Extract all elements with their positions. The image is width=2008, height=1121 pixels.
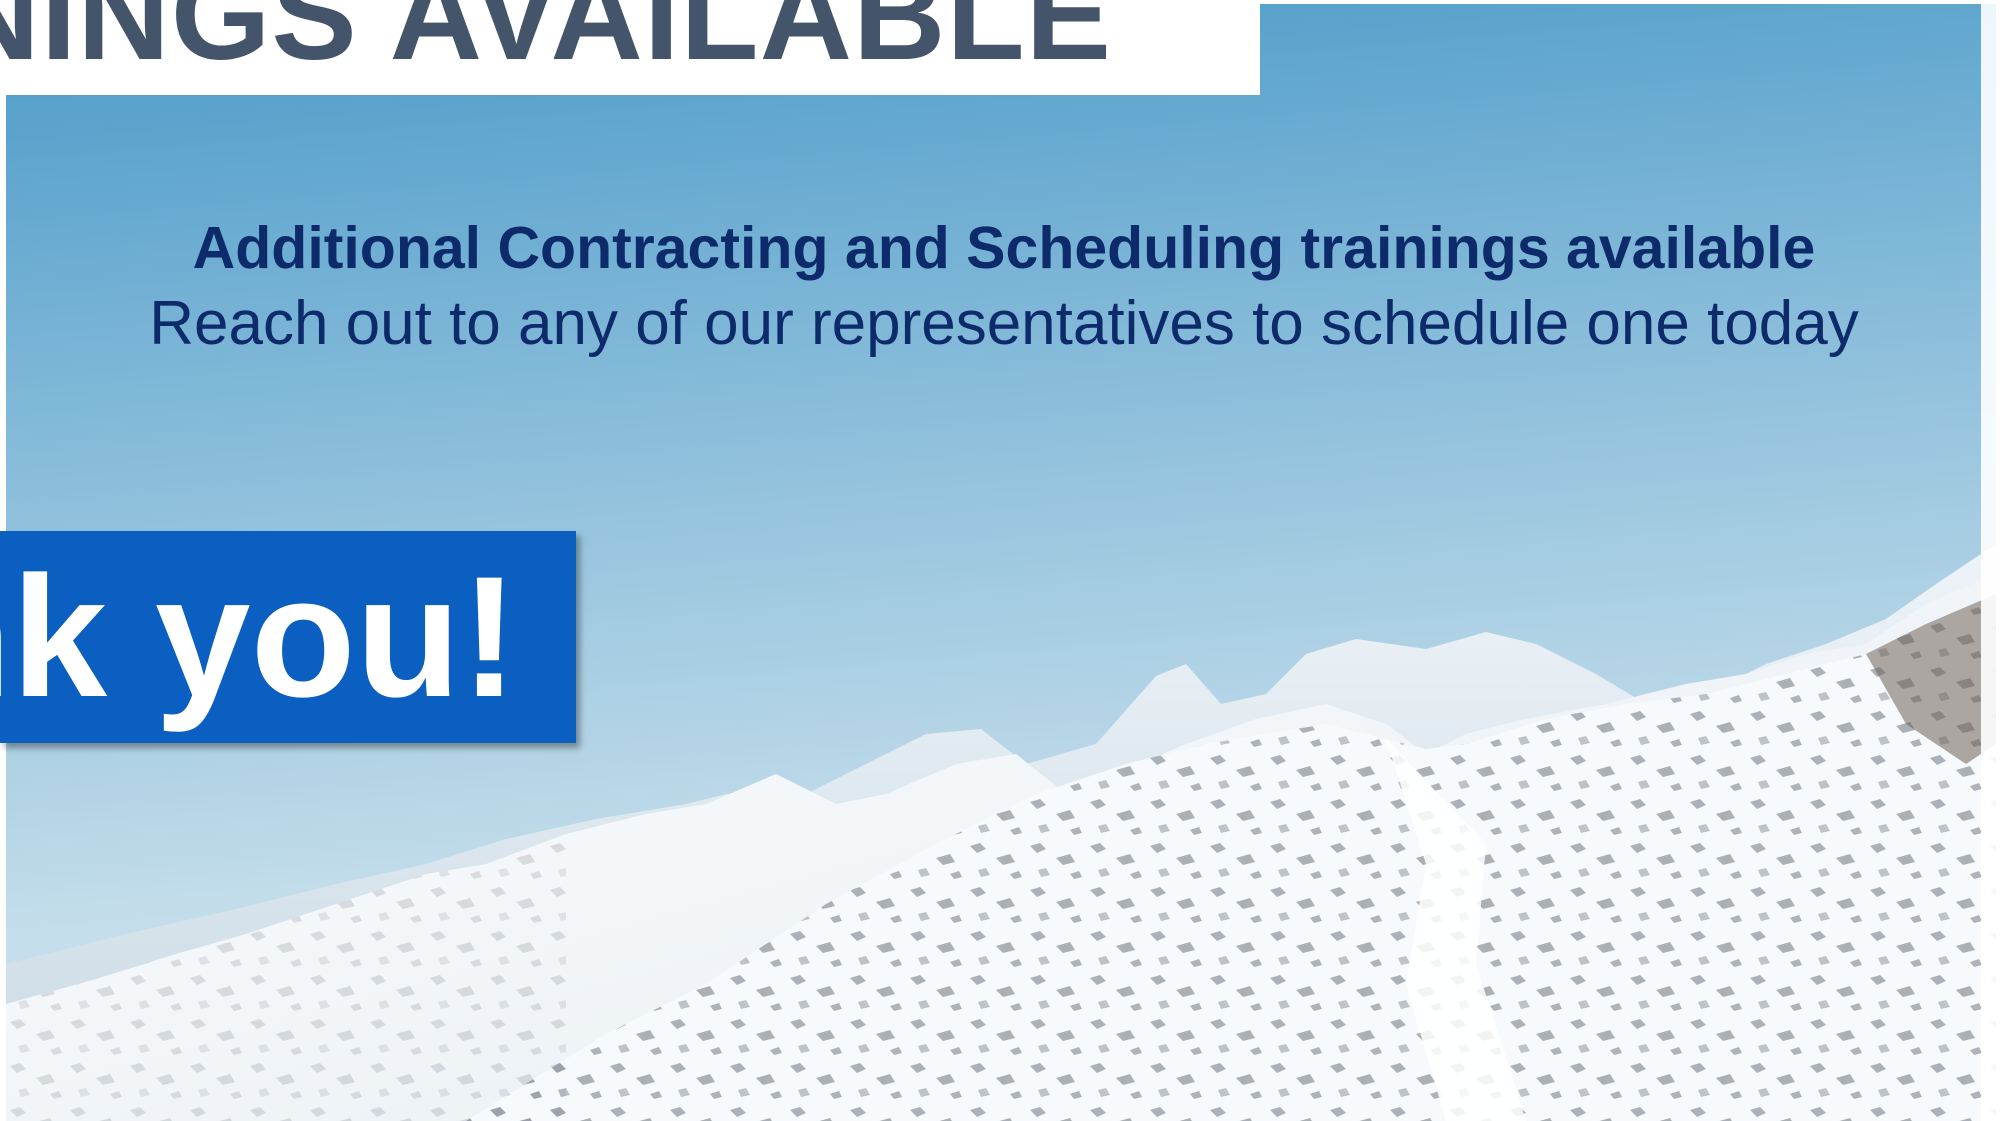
slide: TRAININGS AVAILABLE Additional Contracti…: [0, 0, 2008, 1121]
thank-you-text: Thank you!: [0, 541, 518, 733]
slide-title: TRAININGS AVAILABLE: [0, 0, 1112, 87]
thank-you-callout: Thank you!: [0, 531, 576, 743]
subheadline-text: Reach out to any of our representatives …: [149, 289, 1859, 358]
title-banner: TRAININGS AVAILABLE: [0, 0, 1260, 95]
headline-text: Additional Contracting and Scheduling tr…: [192, 215, 1816, 281]
